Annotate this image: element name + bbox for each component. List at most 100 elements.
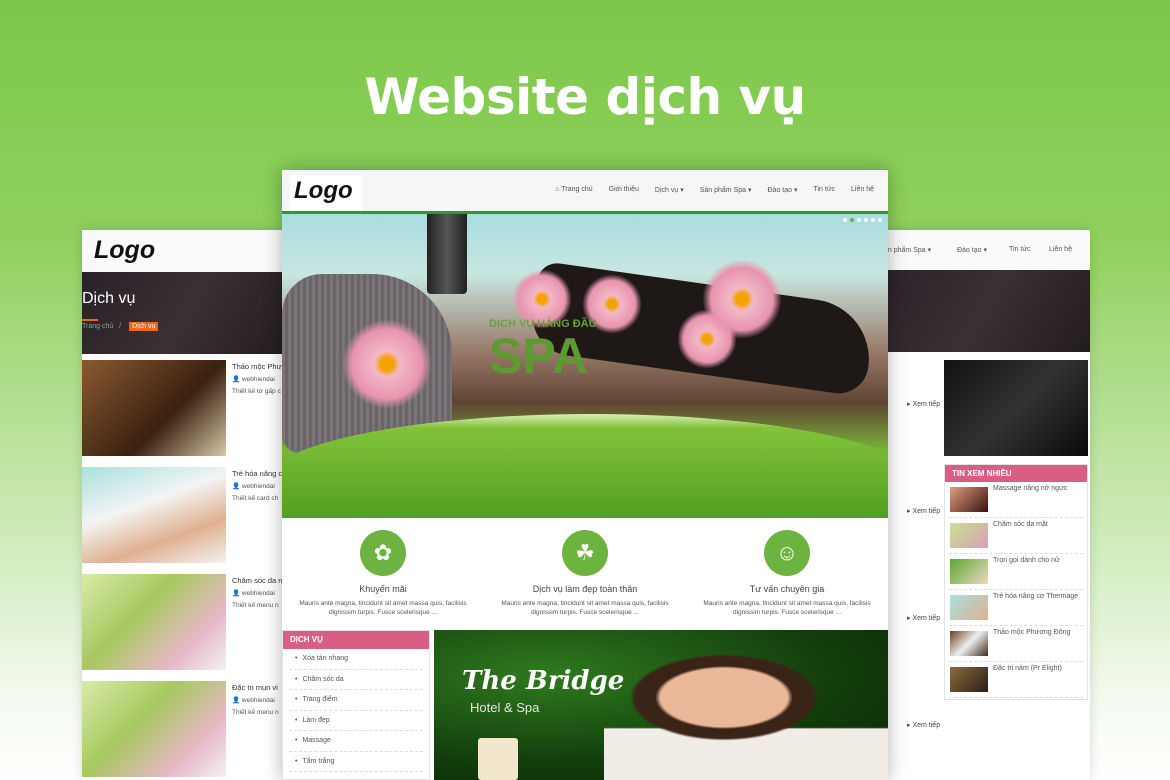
service-item[interactable]: Làm đẹp <box>289 711 423 731</box>
service-item[interactable]: Xóa tàn nhang <box>289 649 423 670</box>
popular-news-widget: TIN XEM NHIỀU Massage nâng nở ngực Chăm … <box>944 464 1088 700</box>
header: Logo <box>82 230 292 272</box>
post-excerpt: Thiết kế menu n <box>232 602 279 609</box>
read-more-link[interactable]: ▸ Xem tiếp <box>907 507 940 515</box>
feature-promo[interactable]: ✿ Khuyến mãi Mauris ante magna, tincidunt … <box>282 530 484 626</box>
nav-item[interactable]: Đào tạo ▾ <box>957 246 987 254</box>
post-author: 👤 webhiendai <box>232 376 275 383</box>
nav-news[interactable]: Tin tức <box>813 186 835 194</box>
list-item[interactable]: Đặc trị nám (Pr Elight) <box>949 662 1083 698</box>
breadcrumb: Trang chủ / Dịch vụ <box>82 322 159 331</box>
home-page-mockup: Logo ⌂ Trang chủ Giới thiệu Dịch vụ ▾ Sả… <box>282 170 888 780</box>
logo[interactable]: Logo <box>290 175 362 211</box>
list-item[interactable]: Trọn gọi dành cho nữ <box>949 554 1083 590</box>
nav-products[interactable]: Sản phẩm Spa ▾ <box>700 186 752 194</box>
post-title[interactable]: Trẻ hóa nâng c <box>232 469 282 478</box>
main-nav: ⌂ Trang chủ Giới thiệu Dịch vụ ▾ Sản phẩ… <box>555 186 874 194</box>
feature-title[interactable]: Dịch vụ làm đẹp toàn thân <box>484 584 686 594</box>
post-author: 👤 webhiendai <box>232 697 275 704</box>
widget-title: TIN XEM NHIỀU <box>945 465 1087 482</box>
divider <box>82 319 98 321</box>
list-item[interactable]: Chăm sóc da n 👤 webhiendai Thiết kế menu n <box>82 574 292 674</box>
post-title[interactable]: Thảo mộc Phư <box>232 362 282 371</box>
post-excerpt: Thiết kế menu n <box>232 709 279 716</box>
page-banner: Dịch vụ Trang chủ / Dịch vụ <box>82 272 292 354</box>
cream-jar-icon: ✿ <box>360 530 406 576</box>
list-item[interactable]: Trẻ hóa nâng c 👤 webhiendai Thiết kế card … <box>82 467 292 567</box>
promo-subtitle: Hotel & Spa <box>470 700 540 715</box>
thumbnail <box>950 667 988 692</box>
post-title[interactable]: Chăm sóc da n <box>232 576 282 585</box>
hero-slider[interactable]: DỊCH VỤ HÀNG ĐẦU SPA <box>282 214 888 518</box>
service-item[interactable]: Massage <box>289 731 423 752</box>
sidebar-banner-image[interactable] <box>944 360 1088 456</box>
thumbnail <box>950 559 988 584</box>
list-item[interactable]: Trẻ hóa nâng cơ Thermage <box>949 590 1083 626</box>
service-item[interactable]: Trang điểm <box>289 690 423 711</box>
list-item[interactable]: Thảo mộc Phương Đông <box>949 626 1083 662</box>
feature-title[interactable]: Khuyến mãi <box>282 584 484 594</box>
read-more-link[interactable]: ▸ Xem tiếp <box>907 721 940 729</box>
read-more-link[interactable]: ▸ Xem tiếp <box>907 400 940 408</box>
read-more-link[interactable]: ▸ Xem tiếp <box>907 614 940 622</box>
breadcrumb-home[interactable]: Trang chủ <box>82 323 113 330</box>
post-excerpt: Thiết kế card ch <box>232 495 279 502</box>
list-item[interactable]: Chăm sóc da mặt <box>949 518 1083 554</box>
post-author: 👤 webhiendai <box>232 590 275 597</box>
item-title[interactable]: Thảo mộc Phương Đông <box>993 629 1070 636</box>
nav-services[interactable]: Dịch vụ ▾ <box>655 186 684 194</box>
left-page-mockup: Logo Dịch vụ Trang chủ / Dịch vụ Thảo mộc… <box>82 230 292 780</box>
slider-dots[interactable] <box>843 218 882 222</box>
list-item[interactable]: Thảo mộc Phư 👤 webhiendai Thiết kế tờ gấp … <box>82 360 292 460</box>
right-page-mockup: ản phẩm Spa ▾ Đào tạo ▾ Tin tức Liên hệ … <box>878 230 1090 780</box>
list-item[interactable]: Đặc trị mụn vi 👤 webhiendai Thiết kế menu … <box>82 681 292 780</box>
post-author: 👤 webhiendai <box>232 483 275 490</box>
service-item[interactable]: Tắm trắng <box>289 752 423 772</box>
service-item[interactable]: Chăm sóc da <box>289 670 423 690</box>
feature-body-care[interactable]: ☘ Dịch vụ làm đẹp toàn thân Mauris ante ma… <box>484 530 686 626</box>
post-image[interactable] <box>82 467 226 563</box>
feature-desc: Mauris ante magna, tincidunt sit amet ma… <box>703 600 871 616</box>
hero-title: SPA <box>489 328 589 384</box>
promo-title: The Bridge <box>462 666 625 696</box>
promo-image <box>604 630 888 780</box>
promo-banner[interactable]: The Bridge Hotel & Spa <box>434 630 888 780</box>
item-title[interactable]: Massage nâng nở ngực <box>993 485 1067 492</box>
thumbnail <box>950 487 988 512</box>
feature-title[interactable]: Tư vấn chuyên gia <box>686 584 888 594</box>
thumbnail <box>950 523 988 548</box>
item-title[interactable]: Đặc trị nám (Pr Elight) <box>993 665 1062 672</box>
post-excerpt: Thiết kế tờ gấp c <box>232 388 281 395</box>
thumbnail <box>950 595 988 620</box>
nav-item[interactable]: Tin tức <box>1009 246 1031 253</box>
feature-consult[interactable]: ☺ Tư vấn chuyên gia Mauris ante magna, tin… <box>686 530 888 626</box>
item-title[interactable]: Chăm sóc da mặt <box>993 521 1048 528</box>
logo[interactable]: Logo <box>94 236 155 265</box>
page-banner <box>878 270 1090 352</box>
flower-image <box>342 319 432 409</box>
breadcrumb-current: Dịch vụ <box>129 322 159 331</box>
list-item[interactable]: Massage nâng nở ngực <box>949 482 1083 518</box>
nav-home[interactable]: ⌂ Trang chủ <box>555 186 592 194</box>
post-image[interactable] <box>82 681 226 777</box>
post-image[interactable] <box>82 574 226 670</box>
post-image[interactable] <box>82 360 226 456</box>
consultant-icon: ☺ <box>764 530 810 576</box>
thumbnail <box>950 631 988 656</box>
features: ✿ Khuyến mãi Mauris ante magna, tincidunt … <box>282 518 888 626</box>
head-flower-icon: ☘ <box>562 530 608 576</box>
widget-title: DỊCH VỤ <box>283 631 429 649</box>
item-title[interactable]: Trẻ hóa nâng cơ Thermage <box>993 593 1078 600</box>
header: ản phẩm Spa ▾ Đào tạo ▾ Tin tức Liên hệ <box>878 230 1090 270</box>
nav-item[interactable]: Liên hệ <box>1049 246 1072 253</box>
post-title[interactable]: Đặc trị mụn vi <box>232 683 278 692</box>
feature-desc: Mauris ante magna, tincidunt sit amet ma… <box>299 600 467 616</box>
nav-contact[interactable]: Liên hệ <box>851 186 874 194</box>
nav-about[interactable]: Giới thiệu <box>609 186 639 194</box>
feature-desc: Mauris ante magna, tincidunt sit amet ma… <box>501 600 669 616</box>
nav-training[interactable]: Đào tạo ▾ <box>768 186 798 194</box>
home-icon: ⌂ <box>555 186 560 193</box>
item-title[interactable]: Trọn gọi dành cho nữ <box>993 557 1060 564</box>
candle-image <box>478 738 518 780</box>
nav-item[interactable]: ản phẩm Spa ▾ <box>884 246 931 254</box>
